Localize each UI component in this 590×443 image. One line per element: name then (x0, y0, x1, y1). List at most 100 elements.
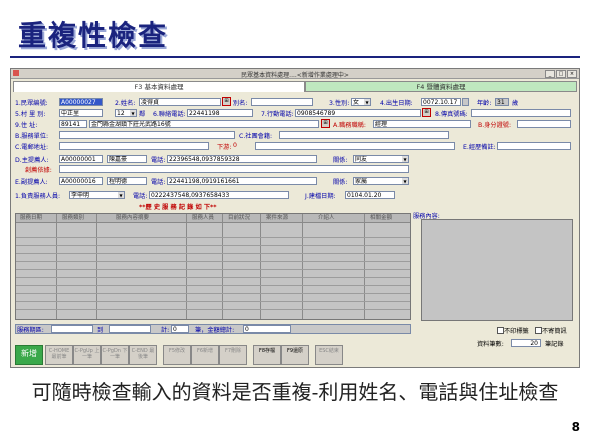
primary-name-field[interactable]: 陳嘉豪 (107, 155, 147, 163)
footer-to-field[interactable] (109, 325, 151, 333)
table-row[interactable] (16, 230, 410, 238)
new-button[interactable]: 新增 (15, 345, 43, 365)
birth-field[interactable]: 0072.10.17 (421, 98, 461, 106)
table-row[interactable] (16, 246, 410, 254)
created-field[interactable]: 0104.01.20 (345, 191, 395, 199)
service-unit-label: B.服務單位: (15, 133, 49, 140)
debt-value: 0 (233, 142, 237, 149)
noprint-checkbox[interactable] (497, 327, 504, 334)
prev-record-button[interactable]: C-PgUp 上一筆 (73, 345, 101, 365)
intro-label: 創薦依據: (25, 167, 52, 174)
table-row[interactable] (16, 286, 410, 294)
table-row[interactable] (16, 278, 410, 286)
staff-label: 1.負責服務人員: (15, 193, 61, 200)
phone-field[interactable]: 22441198 (187, 109, 253, 117)
content-box[interactable] (421, 219, 573, 321)
sex-label: 3.性別: (329, 100, 350, 107)
col-amount: 相關金額 (370, 215, 393, 221)
maximize-icon[interactable]: □ (556, 70, 566, 78)
records-label: 資料筆數: (477, 341, 504, 348)
alias-field[interactable] (251, 98, 313, 106)
address-check-button[interactable]: ⊞ (321, 119, 330, 128)
primary-id-field[interactable]: A00000001 (59, 155, 103, 163)
table-row[interactable] (16, 270, 410, 278)
primary-phone-field[interactable]: 22396548,0937859328 (167, 155, 317, 163)
secondary-id-field[interactable]: A00000016 (59, 177, 103, 185)
history-grid[interactable]: 服務日期 服務類別 服務內容摘要 服務人員 目前狀況 案件來源 介紹人 相關金額 (15, 213, 411, 320)
tab-group-data[interactable]: F4 暨體資料處理 (305, 81, 577, 92)
mobile-field[interactable]: 0908546789 (295, 109, 421, 117)
first-record-button[interactable]: C-HOME 最前筆 (45, 345, 73, 365)
phone-check-button[interactable]: ⊞ (422, 108, 431, 117)
secondary-phone-field[interactable]: 22441198,0919161661 (167, 177, 317, 185)
col-type: 服務類別 (62, 215, 85, 221)
table-row[interactable] (16, 238, 410, 246)
fax-label: 8.傳真號碼: (435, 111, 468, 118)
col-staff: 服務人員 (192, 215, 215, 221)
alias-label: 別名: (233, 100, 248, 107)
idcard-label: B.身分證號: (478, 122, 512, 129)
edit-button[interactable]: F5修改 (163, 345, 191, 365)
email-field[interactable] (59, 142, 209, 150)
grid-header: 服務日期 服務類別 服務內容摘要 服務人員 目前狀況 案件來源 介紹人 相關金額 (16, 214, 410, 223)
misc-note-field[interactable] (255, 142, 455, 150)
footer-count-label: 計: (161, 327, 170, 334)
staff-select[interactable]: 李申明 (69, 191, 125, 199)
table-row[interactable] (16, 262, 410, 270)
col-source: 案件來源 (266, 215, 289, 221)
delete-button[interactable]: F7刪除 (219, 345, 247, 365)
name-label: 2.姓名: (115, 100, 136, 107)
last-record-button[interactable]: C-END 最後筆 (129, 345, 157, 365)
staff-phone-field[interactable]: 0222437548,0937658433 (149, 191, 289, 199)
zip-field[interactable]: 89141 (59, 120, 87, 128)
misc-field[interactable] (497, 142, 571, 150)
next-record-button[interactable]: C-PgDn 下一筆 (101, 345, 129, 365)
occupation-label: A.職務職稱: (333, 122, 366, 129)
service-unit-field[interactable] (59, 131, 235, 139)
intro-field[interactable] (59, 165, 409, 173)
neighbor-field[interactable]: 12 (115, 109, 137, 117)
primary-phone-label: 電話: (151, 157, 166, 164)
save-button[interactable]: F8存檔 (253, 345, 281, 365)
footer-to-label: 到 (97, 327, 104, 334)
name-check-button[interactable]: ⊞ (222, 97, 231, 106)
col-status: 目前狀況 (228, 215, 251, 221)
community-field[interactable] (279, 131, 449, 139)
table-row[interactable] (16, 302, 410, 310)
address-field[interactable]: 金門縣金湖鎮下莊光武路16號 (89, 120, 319, 128)
col-date: 服務日期 (20, 215, 43, 221)
close-icon[interactable]: × (567, 70, 577, 78)
restore-button[interactable]: F9還原 (281, 345, 309, 365)
secondary-rel-label: 關係: (333, 179, 348, 186)
created-label: J.建檔日期: (305, 193, 336, 200)
id-field[interactable]: A00000027 (59, 98, 103, 106)
phone-label: 6.聯絡電話: (153, 111, 186, 118)
occupation-field[interactable]: 經理 (373, 120, 471, 128)
secondary-rel-select[interactable]: 家屬 (353, 177, 409, 185)
nosend-checkbox[interactable] (535, 327, 542, 334)
sex-select[interactable]: 女 (351, 98, 371, 106)
name-field[interactable]: 凌得貞 (139, 98, 221, 106)
age-field: 31 (495, 98, 509, 106)
footer-period-label: 服務期區: (17, 327, 44, 334)
table-row[interactable] (16, 294, 410, 302)
tab-basic-data[interactable]: F3 基本資料處理 (13, 81, 305, 92)
footer-from-field[interactable] (51, 325, 93, 333)
misc-label: E.經歷備註: (463, 144, 496, 151)
idcard-field[interactable] (517, 120, 571, 128)
community-label: C.社團會籍: (239, 133, 273, 140)
table-row[interactable] (16, 254, 410, 262)
fax-field[interactable] (471, 109, 571, 117)
app-window: 民眾基本資料處理....<新增作業處理中> _ □ × F3 基本資料處理 F4… (10, 68, 580, 368)
primary-rel-label: 關係: (333, 157, 348, 164)
minimize-icon[interactable]: _ (545, 70, 555, 78)
exit-button[interactable]: ESC結束 (315, 345, 343, 365)
village-field[interactable]: 中正里 (59, 109, 103, 117)
col-introducer: 介紹人 (318, 215, 335, 221)
primary-rel-select[interactable]: 同友 (353, 155, 409, 163)
birth-calendar-button[interactable] (462, 98, 469, 106)
add-button[interactable]: F6新增 (191, 345, 219, 365)
email-label: C.電郵地址: (15, 144, 49, 151)
age-label: 年齡: (477, 100, 492, 107)
secondary-name-field[interactable]: 程明德 (107, 177, 147, 185)
